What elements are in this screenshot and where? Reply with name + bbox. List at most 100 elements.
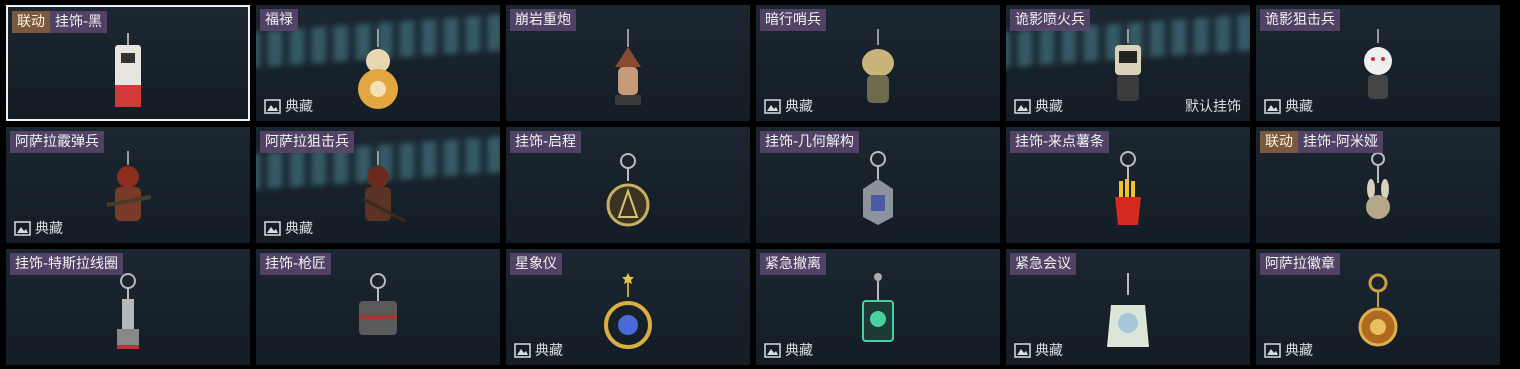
- card-tags: 诡影狙击兵: [1260, 9, 1340, 31]
- card-tags: 星象仪: [510, 253, 562, 275]
- charm-card-5[interactable]: 诡影狙击兵 典藏: [1256, 5, 1500, 121]
- charm-name: 挂饰-黑: [50, 11, 108, 33]
- rarity-label: 典藏: [1285, 99, 1313, 115]
- charm-name: 紧急会议: [1010, 253, 1076, 275]
- rarity-label: 典藏: [785, 99, 813, 115]
- charm-card-4[interactable]: 诡影喷火兵 典藏 默认挂饰: [1006, 5, 1250, 121]
- charm-card-14[interactable]: 星象仪 典藏: [506, 249, 750, 365]
- card-tags: 福禄: [260, 9, 298, 31]
- rarity-badge: 典藏: [514, 340, 563, 360]
- card-tags: 挂饰-几何解构: [760, 131, 860, 153]
- charm-name: 福禄: [260, 9, 298, 31]
- default-charm-label: 默认挂饰: [1185, 99, 1241, 115]
- bunny-charm-icon: [1366, 152, 1390, 219]
- collab-tag: 联动: [12, 11, 50, 33]
- charm-card-8[interactable]: 挂饰-启程: [506, 127, 750, 243]
- black-charm-icon: [115, 33, 141, 107]
- round-robot-charm-icon: [358, 29, 398, 109]
- helmet-figure-charm-icon: [615, 29, 641, 105]
- collection-image-icon: [764, 342, 781, 358]
- charm-card-1[interactable]: 福禄 典藏: [256, 5, 500, 121]
- rarity-badge: 典藏: [1264, 340, 1313, 360]
- rarity-badge: 典藏: [264, 218, 313, 238]
- tesla-coil-charm-icon: [117, 273, 139, 349]
- rarity-label: 典藏: [35, 221, 63, 237]
- compass-medal-charm-icon: [606, 153, 650, 227]
- green-tag-charm-icon: [862, 273, 894, 342]
- card-tags: 阿萨拉霰弹兵: [10, 131, 104, 153]
- rarity-badge: 典藏: [14, 218, 63, 238]
- charm-name: 挂饰-来点薯条: [1010, 131, 1110, 153]
- collection-image-icon: [1014, 98, 1031, 114]
- charm-card-15[interactable]: 紧急撤离 典藏: [756, 249, 1000, 365]
- card-tags: 崩岩重炮: [510, 9, 576, 31]
- shotgunner-figure-charm-icon: [106, 151, 152, 221]
- card-tags: 挂饰-来点薯条: [1010, 131, 1110, 153]
- charm-name: 诡影喷火兵: [1010, 9, 1090, 31]
- rarity-badge: 典藏: [264, 96, 313, 116]
- collection-image-icon: [764, 98, 781, 114]
- charm-card-9[interactable]: 挂饰-几何解构: [756, 127, 1000, 243]
- collection-image-icon: [264, 98, 281, 114]
- orrery-charm-icon: [604, 273, 652, 349]
- sniper-figure-charm-icon: [362, 151, 406, 223]
- card-tags: 阿萨拉狙击兵: [260, 131, 354, 153]
- charm-card-0[interactable]: 联动 挂饰-黑: [6, 5, 250, 121]
- card-tags: 挂饰-启程: [510, 131, 582, 153]
- charm-name: 挂饰-特斯拉线圈: [10, 253, 124, 275]
- card-tags: 紧急撤离: [760, 253, 826, 275]
- mask-figure-charm-icon: [1364, 29, 1392, 99]
- charm-name: 崩岩重炮: [510, 9, 576, 31]
- card-tags: 联动 挂饰-黑: [12, 11, 108, 33]
- charm-name: 挂饰-枪匠: [260, 253, 332, 275]
- charm-card-2[interactable]: 崩岩重炮: [506, 5, 750, 121]
- geometric-shield-charm-icon: [863, 151, 893, 225]
- charm-card-3[interactable]: 暗行哨兵 典藏: [756, 5, 1000, 121]
- charm-name: 阿萨拉狙击兵: [260, 131, 354, 153]
- toolbox-charm-icon: [359, 273, 397, 335]
- charm-name: 阿萨拉徽章: [1260, 253, 1340, 275]
- rarity-label: 典藏: [1035, 343, 1063, 359]
- meeting-badge-charm-icon: [1107, 273, 1149, 347]
- charm-name: 诡影狙击兵: [1260, 9, 1340, 31]
- rarity-label: 典藏: [1035, 99, 1063, 115]
- fries-charm-icon: [1115, 151, 1141, 225]
- asala-badge-charm-icon: [1358, 273, 1398, 347]
- card-tags: 联动 挂饰-阿米娅: [1260, 131, 1384, 153]
- charm-name: 挂饰-几何解构: [760, 131, 860, 153]
- charm-card-17[interactable]: 阿萨拉徽章 典藏: [1256, 249, 1500, 365]
- charm-name: 阿萨拉霰弹兵: [10, 131, 104, 153]
- camo-figure-charm-icon: [862, 29, 894, 103]
- collection-image-icon: [14, 220, 31, 236]
- rarity-badge: 典藏: [1014, 340, 1063, 360]
- charm-card-6[interactable]: 阿萨拉霰弹兵 典藏: [6, 127, 250, 243]
- charm-name: 暗行哨兵: [760, 9, 826, 31]
- card-tags: 诡影喷火兵: [1010, 9, 1090, 31]
- charm-name: 挂饰-阿米娅: [1298, 131, 1384, 153]
- collab-tag: 联动: [1260, 131, 1298, 153]
- charm-card-12[interactable]: 挂饰-特斯拉线圈: [6, 249, 250, 365]
- flamethrower-figure-charm-icon: [1115, 29, 1141, 101]
- rarity-badge: 典藏: [1014, 96, 1063, 116]
- rarity-badge: 典藏: [764, 340, 813, 360]
- collection-image-icon: [1014, 342, 1031, 358]
- charm-name: 紧急撤离: [760, 253, 826, 275]
- rarity-badge: 典藏: [1264, 96, 1313, 116]
- card-tags: 挂饰-枪匠: [260, 253, 332, 275]
- charm-card-7[interactable]: 阿萨拉狙击兵 典藏: [256, 127, 500, 243]
- rarity-label: 典藏: [285, 221, 313, 237]
- collection-image-icon: [1264, 342, 1281, 358]
- rarity-label: 典藏: [785, 343, 813, 359]
- charm-card-13[interactable]: 挂饰-枪匠: [256, 249, 500, 365]
- card-tags: 挂饰-特斯拉线圈: [10, 253, 124, 275]
- collection-image-icon: [264, 220, 281, 236]
- charm-card-10[interactable]: 挂饰-来点薯条: [1006, 127, 1250, 243]
- charm-grid: 联动 挂饰-黑 福禄 典藏 崩岩重炮 暗行哨兵 典藏 诡影喷火兵 典藏 默认挂饰 诡…: [6, 5, 1500, 369]
- rarity-label: 典藏: [285, 99, 313, 115]
- charm-card-16[interactable]: 紧急会议 典藏: [1006, 249, 1250, 365]
- collection-image-icon: [514, 342, 531, 358]
- charm-name: 挂饰-启程: [510, 131, 582, 153]
- collection-image-icon: [1264, 98, 1281, 114]
- charm-name: 星象仪: [510, 253, 562, 275]
- charm-card-11[interactable]: 联动 挂饰-阿米娅: [1256, 127, 1500, 243]
